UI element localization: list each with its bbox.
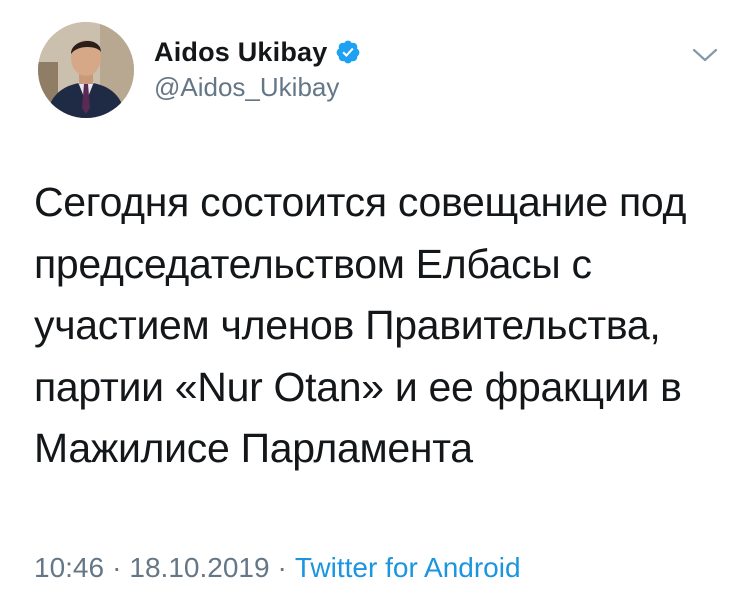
tweet-text-line: Мажилисе Парламента <box>34 425 473 471</box>
tweet-text: Сегодня состоится совещание под председа… <box>34 172 724 480</box>
author-block: Aidos Ukibay @Aidos_Ukibay <box>154 34 361 103</box>
avatar[interactable] <box>38 22 134 118</box>
tweet-text-line: Сегодня состоится совещание под <box>34 179 687 225</box>
name-row: Aidos Ukibay <box>154 34 361 70</box>
display-name[interactable]: Aidos Ukibay <box>154 37 327 68</box>
meta-separator: · <box>112 552 122 583</box>
verified-badge-icon <box>335 39 361 65</box>
tweet-time[interactable]: 10:46 <box>34 552 104 583</box>
source-link[interactable]: Twitter for Android <box>295 552 521 583</box>
handle[interactable]: @Aidos_Ukibay <box>154 72 361 103</box>
profile-photo <box>38 22 134 118</box>
tweet-text-line: партии «Nur Otan» и ее фракции в <box>34 363 682 410</box>
tweet-text-line: участием членов Правительства, <box>34 302 661 348</box>
tweet-date[interactable]: 18.10.2019 <box>129 552 269 583</box>
tweet-meta: 10:46 · 18.10.2019 · Twitter for Android <box>34 552 521 584</box>
chevron-down-icon[interactable] <box>690 44 720 66</box>
tweet-text-line: председательством Елбасы с <box>34 240 592 287</box>
meta-separator: · <box>277 552 287 583</box>
tweet-card: Aidos Ukibay @Aidos_Ukibay Сегодня состо… <box>0 0 750 608</box>
